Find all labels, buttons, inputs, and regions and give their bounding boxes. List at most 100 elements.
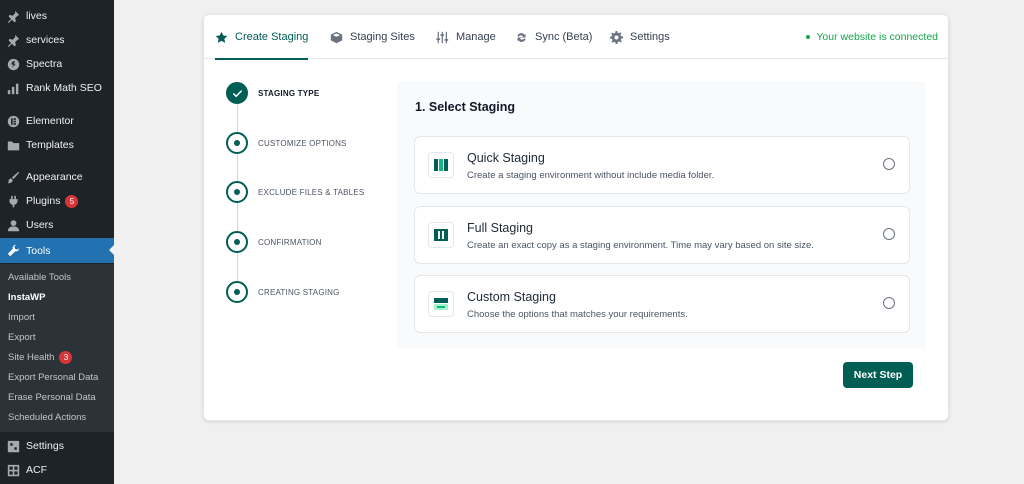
step-staging-type: STAGING TYPE: [226, 81, 406, 105]
menu-label: Tools: [26, 244, 51, 257]
tab-create-staging[interactable]: Create Staging: [215, 15, 309, 60]
submenu-erase-personal-data[interactable]: Erase Personal Data: [8, 388, 96, 408]
pin-icon: [6, 9, 20, 23]
menu-item-rank-math-seo[interactable]: Rank Math SEO: [0, 76, 114, 100]
tab-label: Staging Sites: [350, 31, 415, 43]
option-description: Choose the options that matches your req…: [467, 309, 688, 320]
menu-label: Spectra: [26, 58, 63, 70]
submenu-scheduled-actions[interactable]: Scheduled Actions: [8, 408, 86, 428]
elementor-icon: [6, 114, 20, 128]
menu-label: Appearance: [26, 171, 83, 183]
step-exclude-files-tables: EXCLUDE FILES & TABLES: [226, 180, 406, 204]
menu-item-acf[interactable]: ACF: [0, 458, 114, 482]
sync-icon: [517, 32, 526, 42]
menu-item-spectra[interactable]: Spectra: [0, 52, 114, 76]
tools-submenu: Available Tools InstaWP Import Export Si…: [0, 264, 114, 432]
option-quick-staging[interactable]: Quick Staging Create a staging environme…: [414, 136, 910, 194]
option-description: Create a staging environment without inc…: [467, 170, 715, 181]
option-title: Full Staging: [467, 221, 534, 235]
step-dot-icon: [226, 231, 248, 253]
brush-icon: [6, 170, 20, 184]
wrench-icon: [6, 244, 20, 258]
site-health-badge: 3: [59, 351, 73, 364]
submenu-export-personal-data[interactable]: Export Personal Data: [8, 368, 98, 388]
star-icon: [215, 31, 228, 43]
user-icon: [6, 218, 20, 232]
chart-icon: [6, 81, 20, 95]
settings-icon: [6, 439, 20, 453]
menu-label: Settings: [26, 440, 64, 452]
cube-icon: [330, 31, 343, 43]
tab-label: Manage: [456, 31, 496, 43]
option-radio[interactable]: [883, 228, 895, 240]
menu-label: Templates: [26, 139, 74, 151]
option-description: Create an exact copy as a staging enviro…: [467, 240, 814, 251]
menu-item-settings[interactable]: Settings: [0, 434, 114, 458]
menu-label: Users: [26, 219, 54, 231]
plugins-count-badge: 5: [65, 194, 79, 208]
admin-sidebar: lives services Spectra Rank Math SEO Ele…: [0, 0, 114, 484]
gear-icon: [610, 30, 623, 44]
option-radio[interactable]: [883, 297, 895, 309]
step-customize-options: CUSTOMIZE OPTIONS: [226, 131, 406, 155]
step-confirmation: CONFIRMATION: [226, 230, 406, 254]
plug-icon: [6, 194, 20, 208]
option-custom-staging[interactable]: Custom Staging Choose the options that m…: [414, 275, 910, 333]
menu-item-appearance[interactable]: Appearance: [0, 165, 114, 189]
step-label: CONFIRMATION: [258, 237, 322, 247]
submenu-export[interactable]: Export: [8, 328, 35, 348]
menu-item-templates[interactable]: Templates: [0, 133, 114, 157]
step-label: CUSTOMIZE OPTIONS: [258, 138, 347, 148]
folder-icon: [6, 138, 20, 152]
menu-label: lives: [26, 10, 48, 22]
menu-label: ACF: [26, 464, 47, 476]
option-radio[interactable]: [883, 158, 895, 170]
option-title: Quick Staging: [467, 151, 545, 165]
step-check-icon: [226, 82, 248, 104]
status-dot-icon: [806, 35, 811, 39]
step-label: STAGING TYPE: [258, 88, 320, 98]
submenu-site-health[interactable]: Site Health 3: [8, 348, 73, 368]
step-dot-icon: [226, 181, 248, 203]
menu-item-elementor[interactable]: Elementor: [0, 109, 114, 133]
tab-label: Create Staging: [235, 31, 309, 43]
quick-staging-icon: [428, 152, 454, 178]
menu-label: Plugins: [26, 195, 61, 207]
menu-label: Elementor: [26, 115, 74, 127]
menu-item-services[interactable]: services: [0, 28, 114, 52]
step-label: EXCLUDE FILES & TABLES: [258, 187, 365, 197]
next-step-button[interactable]: Next Step: [843, 362, 913, 388]
tab-bar: Create Staging Staging Sites Manage Sync…: [204, 15, 948, 60]
menu-label: Rank Math SEO: [26, 82, 102, 94]
menu-item-users[interactable]: Users: [0, 213, 114, 237]
option-title: Custom Staging: [467, 290, 556, 304]
connection-status-text: Your website is connected: [816, 31, 938, 43]
tab-sync-beta[interactable]: Sync (Beta): [515, 15, 592, 59]
step-creating-staging: CREATING STAGING: [226, 280, 406, 304]
step-label: CREATING STAGING: [258, 287, 340, 297]
submenu-instawp[interactable]: InstaWP: [8, 288, 45, 308]
full-staging-icon: [428, 222, 454, 248]
tab-label: Settings: [630, 31, 670, 43]
submenu-label: Site Health: [8, 352, 55, 363]
select-staging-panel: 1. Select Staging Quick Staging Create a…: [397, 81, 926, 349]
pin-icon: [6, 33, 20, 47]
tab-settings[interactable]: Settings: [610, 15, 670, 59]
spectra-icon: [6, 57, 20, 71]
menu-label: services: [26, 34, 65, 46]
option-full-staging[interactable]: Full Staging Create an exact copy as a s…: [414, 206, 910, 264]
menu-item-plugins[interactable]: Plugins 5: [0, 189, 114, 213]
tab-staging-sites[interactable]: Staging Sites: [330, 15, 415, 59]
menu-item-lives[interactable]: lives: [0, 4, 114, 28]
step-dot-icon: [226, 132, 248, 154]
menu-item-tools[interactable]: Tools: [0, 238, 114, 263]
grid-icon: [6, 463, 20, 477]
submenu-available-tools[interactable]: Available Tools: [8, 268, 71, 288]
submenu-import[interactable]: Import: [8, 308, 35, 328]
step-dot-icon: [226, 281, 248, 303]
connection-status: Your website is connected: [806, 15, 938, 59]
tab-manage[interactable]: Manage: [436, 15, 496, 59]
sliders-icon: [436, 31, 449, 43]
tab-label: Sync (Beta): [535, 31, 593, 43]
custom-staging-icon: [428, 291, 454, 317]
